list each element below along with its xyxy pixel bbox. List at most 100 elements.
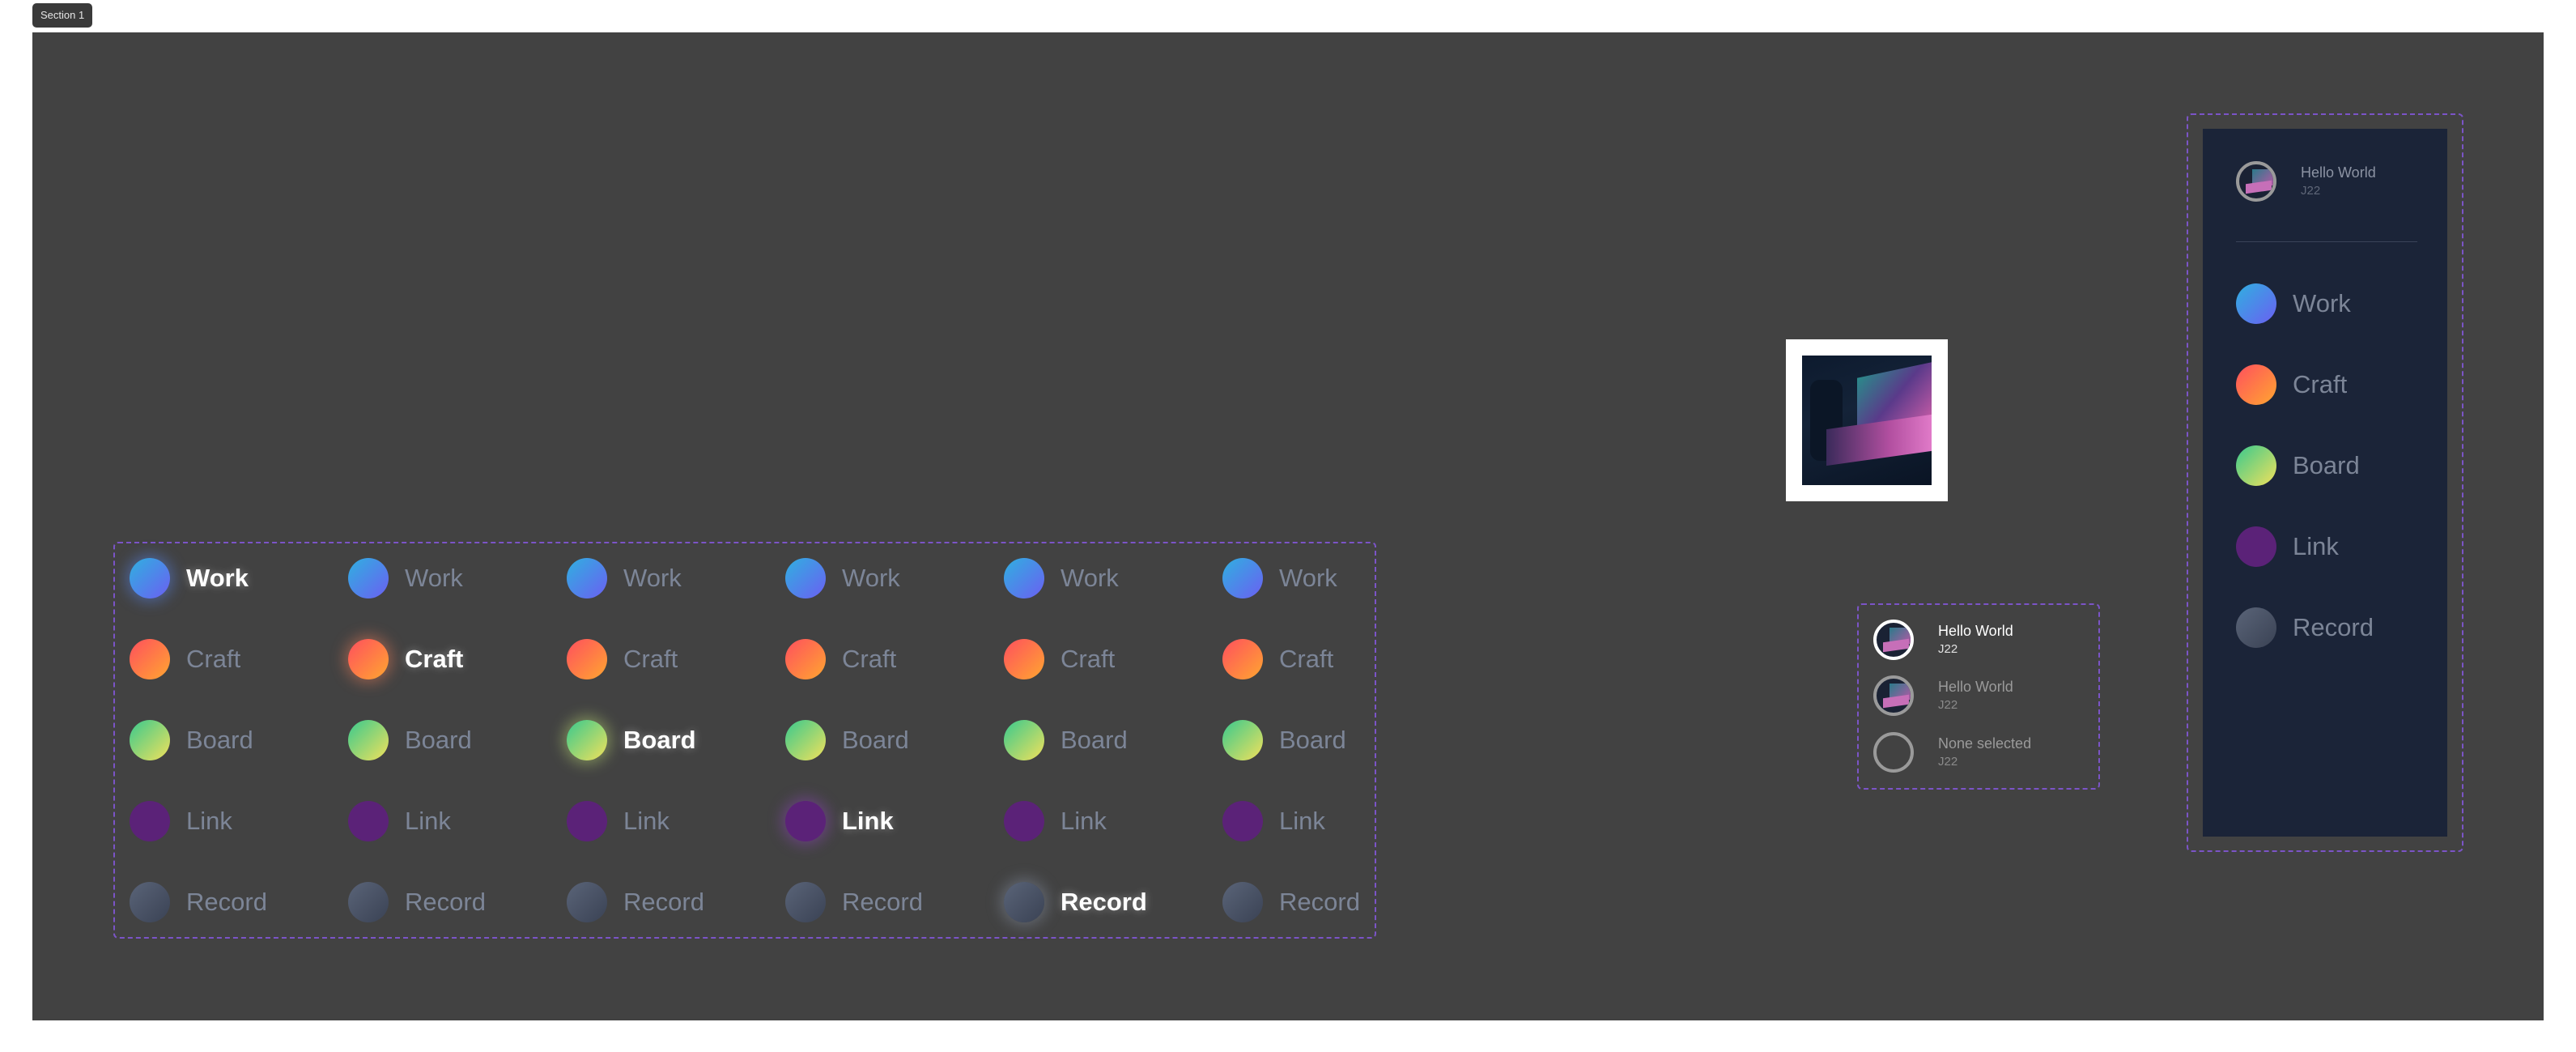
board-icon (1222, 720, 1263, 760)
account-sub: J22 (1938, 698, 1958, 712)
craft-icon (1004, 639, 1044, 679)
nav-item-link[interactable]: Link (1004, 797, 1107, 845)
record-icon (130, 882, 170, 922)
nav-item-board[interactable]: Board (1004, 716, 1128, 765)
nav-item-work[interactable]: Work (785, 554, 900, 603)
account-name: Hello World (1938, 679, 2013, 695)
sidebar-user[interactable]: Hello World J22 (2236, 161, 2376, 202)
nav-item-record[interactable]: Record (567, 878, 704, 926)
account-item[interactable]: None selected J22 (1873, 732, 2031, 773)
avatar-empty (1873, 732, 1914, 773)
nav-item-craft[interactable]: Craft (1222, 635, 1333, 684)
nav-item-board[interactable]: Board (348, 716, 472, 765)
nav-item-label: Work (405, 564, 463, 592)
avatar (1873, 675, 1914, 716)
nav-item-label: Record (623, 888, 704, 916)
nav-item-label: Board (1279, 726, 1346, 754)
craft-icon (785, 639, 826, 679)
board-icon (130, 720, 170, 760)
record-icon (785, 882, 826, 922)
link-icon (567, 801, 607, 841)
nav-item-link[interactable]: Link (567, 797, 670, 845)
sidebar-item-link[interactable]: Link (2236, 522, 2339, 571)
nav-item-link[interactable]: Link (130, 797, 232, 845)
nav-item-record[interactable]: Record (1222, 878, 1360, 926)
nav-item-label: Work (623, 564, 682, 592)
nav-item-label: Board (842, 726, 909, 754)
record-icon (1222, 882, 1263, 922)
avatar (2236, 161, 2276, 202)
nav-item-record[interactable]: Record (785, 878, 923, 926)
nav-item-label: Craft (405, 645, 464, 673)
nav-item-label: Link (1061, 807, 1107, 835)
craft-icon (1222, 639, 1263, 679)
nav-item-label: Record (1279, 888, 1360, 916)
section-label[interactable]: Section 1 (32, 3, 93, 28)
link-icon (348, 801, 389, 841)
nav-item-board[interactable]: Board (1222, 716, 1346, 765)
nav-item-craft[interactable]: Craft (567, 635, 678, 684)
nav-item-board[interactable]: Board (567, 716, 696, 765)
synthesizer-photo (1802, 356, 1932, 485)
nav-item-link[interactable]: Link (1222, 797, 1325, 845)
account-item[interactable]: Hello World J22 (1873, 620, 2013, 660)
nav-item-record[interactable]: Record (130, 878, 267, 926)
nav-item-label: Craft (623, 645, 678, 673)
nav-item-label: Work (186, 564, 249, 592)
nav-item-work[interactable]: Work (567, 554, 682, 603)
work-icon (130, 558, 170, 598)
link-icon (785, 801, 826, 841)
work-icon (785, 558, 826, 598)
record-icon (567, 882, 607, 922)
link-icon (130, 801, 170, 841)
divider (2236, 241, 2417, 242)
nav-item-label: Record (405, 888, 486, 916)
nav-item-work[interactable]: Work (348, 554, 463, 603)
nav-item-craft[interactable]: Craft (348, 635, 463, 684)
nav-item-craft[interactable]: Craft (130, 635, 240, 684)
nav-item-label: Craft (842, 645, 897, 673)
sidebar-item-record[interactable]: Record (2236, 603, 2374, 652)
nav-item-link[interactable]: Link (785, 797, 894, 845)
nav-item-work[interactable]: Work (130, 554, 249, 603)
sidebar-user-name: Hello World (2301, 164, 2376, 181)
sidebar-item-board[interactable]: Board (2236, 441, 2360, 490)
nav-item-label: Work (842, 564, 900, 592)
nav-item-label: Link (623, 807, 670, 835)
nav-item-label: Work (1279, 564, 1337, 592)
nav-item-label: Link (1279, 807, 1325, 835)
board-icon (567, 720, 607, 760)
photo-frame (1786, 339, 1948, 501)
link-icon (1222, 801, 1263, 841)
sidebar-item-work[interactable]: Work (2236, 279, 2351, 328)
nav-item-craft[interactable]: Craft (1004, 635, 1115, 684)
nav-item-board[interactable]: Board (130, 716, 253, 765)
nav-item-label: Craft (1061, 645, 1116, 673)
nav-item-work[interactable]: Work (1222, 554, 1337, 603)
nav-item-board[interactable]: Board (785, 716, 909, 765)
work-icon (2236, 283, 2276, 324)
link-icon (2236, 526, 2276, 567)
sidebar-item-label: Board (2293, 451, 2360, 479)
nav-item-record[interactable]: Record (1004, 878, 1147, 926)
nav-item-label: Board (1061, 726, 1128, 754)
nav-item-label: Work (1061, 564, 1119, 592)
work-icon (1222, 558, 1263, 598)
nav-item-craft[interactable]: Craft (785, 635, 896, 684)
nav-item-label: Record (186, 888, 267, 916)
nav-item-record[interactable]: Record (348, 878, 486, 926)
work-icon (567, 558, 607, 598)
nav-variants-group (113, 542, 1376, 939)
record-icon (1004, 882, 1044, 922)
sidebar-item-label: Craft (2293, 370, 2348, 398)
sidebar-item-craft[interactable]: Craft (2236, 360, 2347, 409)
nav-item-label: Board (623, 726, 696, 754)
nav-item-work[interactable]: Work (1004, 554, 1119, 603)
account-sub: J22 (1938, 755, 1958, 769)
link-icon (1004, 801, 1044, 841)
nav-item-link[interactable]: Link (348, 797, 451, 845)
nav-item-label: Board (405, 726, 472, 754)
account-item[interactable]: Hello World J22 (1873, 675, 2013, 716)
account-name: None selected (1938, 735, 2032, 752)
account-sub: J22 (1938, 642, 1958, 656)
